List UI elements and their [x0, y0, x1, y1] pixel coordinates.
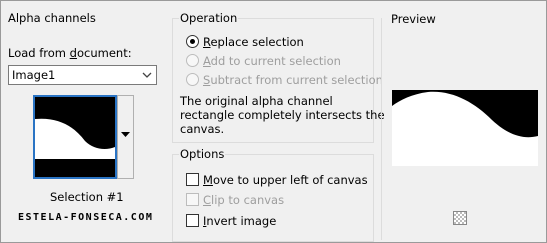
move-to-upper-left-label[interactable]: Move to upper left of canvas: [203, 173, 368, 187]
invert-image-checkbox[interactable]: [186, 214, 199, 227]
clip-to-canvas-label[interactable]: Clip to canvas: [203, 193, 284, 207]
replace-selection-radio[interactable]: [186, 35, 199, 48]
selection-thumbnail-image: [35, 97, 115, 177]
watermark: ESTELA-FONSECA.COM: [18, 212, 154, 223]
selection-thumbnail[interactable]: [33, 95, 117, 179]
subtract-from-selection-radio[interactable]: [186, 73, 199, 86]
document-select[interactable]: Image1: [8, 65, 157, 85]
operation-title: Operation: [179, 11, 239, 25]
preview-title: Preview: [390, 12, 437, 26]
add-to-selection-label[interactable]: Add to current selection: [203, 54, 341, 68]
clip-to-canvas-checkbox[interactable]: [186, 193, 199, 206]
triangle-down-icon: [121, 132, 130, 137]
add-to-selection-radio[interactable]: [186, 54, 199, 67]
load-from-document-label: Load from document:: [8, 46, 132, 60]
replace-selection-label[interactable]: Replace selection: [203, 35, 304, 49]
invert-image-label[interactable]: Invert image: [203, 214, 276, 228]
options-title: Options: [179, 147, 226, 161]
thumbnail-menu-button[interactable]: [117, 95, 134, 179]
checkerboard-icon[interactable]: [453, 211, 467, 225]
thumbnail-caption: Selection #1: [50, 190, 124, 204]
intersection-message: The original alpha channel rectangle com…: [180, 94, 385, 136]
subtract-from-selection-label[interactable]: Subtract from current selection: [203, 73, 383, 87]
move-to-upper-left-checkbox[interactable]: [186, 173, 199, 186]
alpha-channels-title: Alpha channels: [8, 11, 96, 25]
chevron-down-icon: [142, 72, 152, 78]
preview-image: [392, 90, 538, 166]
document-select-value: Image1: [12, 68, 56, 82]
